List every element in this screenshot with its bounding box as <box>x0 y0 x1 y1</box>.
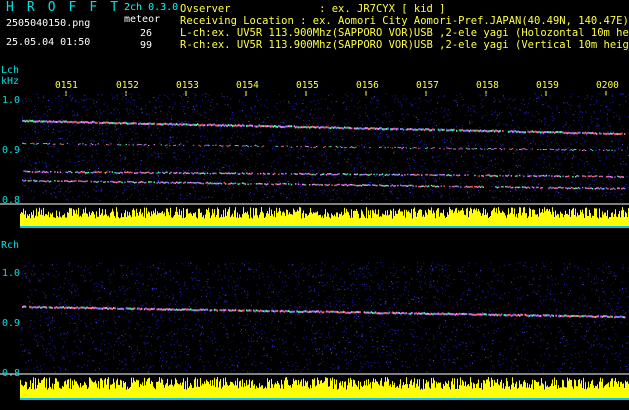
lch-unit-label: kHz <box>1 76 20 87</box>
lch-ytick-2: 0.9 <box>2 145 21 156</box>
filename-label: 2505040150.png <box>6 18 91 29</box>
rch-level-bars <box>20 377 629 400</box>
lch-level-bars <box>20 207 629 228</box>
rch-channel-label: Rch <box>1 240 20 251</box>
lch-trace-1 <box>22 119 626 136</box>
lch-level-base <box>20 226 629 228</box>
meteor-label: meteor <box>124 14 161 25</box>
time-tick-0158: 0158 <box>476 80 499 91</box>
lch-trace-4 <box>22 179 626 190</box>
time-tick-0157: 0157 <box>416 80 439 91</box>
spectrogram-canvas <box>0 91 629 400</box>
rch-ytick-1: 1.0 <box>2 268 21 279</box>
location-line: Receiving Location : ex. Aomori City Aom… <box>180 15 629 27</box>
datetime-label: 25.05.04 01:50 <box>6 37 91 48</box>
time-tick-0154: 0154 <box>236 80 259 91</box>
lch-meteor-count: 26 <box>140 28 153 39</box>
lch-ytick-1: 1.0 <box>2 95 21 106</box>
rch-trace-1 <box>22 305 626 319</box>
rch-noise <box>20 262 629 373</box>
rch-ytick-3: 0.8 <box>2 368 21 379</box>
rch-ytick-2: 0.9 <box>2 318 21 329</box>
lch-trace-2 <box>22 142 623 152</box>
rch-description: R-ch:ex. UV5R 113.900Mhz(SAPPORO VOR)USB… <box>180 39 629 51</box>
rch-level-base <box>20 398 629 400</box>
time-tick-0153: 0153 <box>176 80 199 91</box>
rch-meteor-count: 99 <box>140 40 153 51</box>
lch-description: L-ch:ex. UV5R 113.900Mhz(SAPPORO VOR)USB… <box>180 27 629 39</box>
time-tick-0159: 0159 <box>536 80 559 91</box>
time-tick-0152: 0152 <box>116 80 139 91</box>
lch-channel-label: Lch <box>1 65 20 76</box>
time-tick-0151: 0151 <box>55 80 78 91</box>
time-tick-0155: 0155 <box>296 80 319 91</box>
lch-ytick-3: 0.8 <box>2 195 21 206</box>
time-tick-0156: 0156 <box>356 80 379 91</box>
observer-line: Ovserver : ex. JR7CYX [ kid ] <box>180 3 446 15</box>
channel-info: 2ch 0.3.0 <box>124 2 179 13</box>
time-tick-0200: 0200 <box>596 80 619 91</box>
app-logo: H R O F F T <box>6 0 121 15</box>
